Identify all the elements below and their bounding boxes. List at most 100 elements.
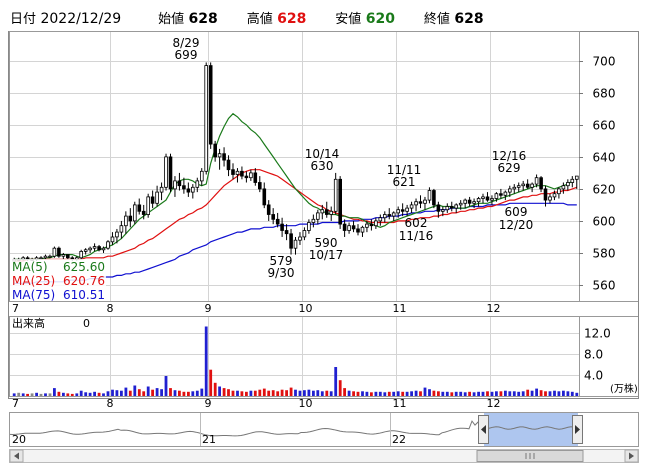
- volume-bar: [222, 388, 226, 396]
- candle: [164, 153, 168, 191]
- volume-bar: [30, 393, 34, 396]
- candle-body-up: [311, 218, 316, 223]
- candle-body-up: [88, 247, 92, 251]
- volume-bar: [334, 367, 338, 396]
- navigator-right-handle[interactable]: [572, 415, 583, 444]
- horizontal-scrollbar[interactable]: [9, 449, 639, 463]
- volume-bar: [445, 391, 449, 396]
- candle: [409, 201, 414, 213]
- candle-body-up: [217, 153, 222, 158]
- volume-bar: [316, 390, 320, 396]
- volume-bar: [236, 390, 239, 396]
- volume-bar: [396, 391, 400, 396]
- navigator-year-21: 21: [202, 433, 216, 446]
- volume-bar: [267, 390, 271, 396]
- candle: [186, 182, 191, 197]
- candle-body-down: [208, 65, 213, 145]
- candle-body-down: [213, 143, 218, 158]
- volume-bar: [155, 388, 159, 396]
- volume-bar: [298, 390, 302, 396]
- candle: [432, 188, 436, 209]
- candle: [499, 188, 503, 199]
- candle-body-up: [378, 217, 383, 222]
- candle-body-down: [400, 209, 405, 212]
- volume-bar: [352, 391, 355, 396]
- candle: [213, 140, 218, 162]
- volume-bar: [57, 391, 61, 396]
- navigator-selected-range[interactable]: [484, 413, 578, 446]
- annotation-dec20-value: 609: [505, 205, 528, 219]
- candle-body-down: [369, 223, 374, 227]
- candle: [79, 249, 84, 260]
- volume-bar: [530, 390, 534, 396]
- candle: [231, 163, 235, 180]
- volume-unit: (万株): [610, 382, 638, 395]
- navigator-left-handle[interactable]: [478, 415, 489, 444]
- candle-body-down: [168, 156, 173, 190]
- volume-bar: [21, 393, 25, 396]
- candle-body-up: [463, 199, 467, 204]
- volume-bar: [575, 392, 579, 396]
- candle: [159, 182, 164, 201]
- candle: [481, 193, 485, 204]
- candle: [575, 175, 579, 189]
- volume-bar: [526, 389, 530, 396]
- volume-bar: [454, 391, 458, 396]
- volume-bar: [84, 392, 88, 396]
- candle-body-up: [490, 198, 494, 201]
- candle: [382, 211, 387, 223]
- candle-body-up: [561, 185, 566, 190]
- volume-bar: [566, 391, 570, 396]
- volume-bar: [486, 391, 489, 396]
- candle: [561, 182, 566, 194]
- candle: [222, 147, 226, 167]
- candle-body-down: [432, 190, 436, 206]
- candle: [530, 182, 534, 193]
- candle: [284, 224, 289, 241]
- ma75-legend-label: MA(75): [12, 288, 55, 302]
- candle-body-down: [97, 246, 101, 251]
- navigator-year-22: 22: [392, 433, 406, 446]
- candle: [525, 179, 530, 189]
- candle: [66, 254, 70, 260]
- candle: [280, 217, 284, 237]
- candle-body-up: [534, 177, 539, 185]
- price-x-label-11: 11: [393, 302, 407, 315]
- candle: [351, 220, 356, 233]
- ma5-legend-label: MA(5): [12, 260, 48, 274]
- candle-body-up: [409, 204, 414, 209]
- volume-x-label-8: 8: [107, 397, 114, 410]
- candle-body-up: [235, 170, 240, 175]
- candle-body-up: [195, 180, 200, 188]
- volume-bar: [428, 389, 431, 396]
- volume-bar: [187, 391, 190, 396]
- candle: [347, 222, 351, 234]
- candle: [39, 256, 43, 260]
- volume-bar: [338, 380, 342, 396]
- candle: [110, 232, 115, 245]
- volume-bar: [570, 391, 574, 396]
- volume-bar: [66, 393, 70, 396]
- volume-bar: [75, 393, 79, 396]
- candle: [449, 201, 454, 212]
- annotation-aug29-value: 699: [175, 48, 198, 62]
- range-navigator[interactable]: 20 21 22: [9, 412, 639, 447]
- volume-bar: [48, 393, 52, 396]
- candle-body-down: [186, 188, 191, 193]
- candle-body-up: [494, 193, 499, 199]
- candle: [302, 227, 307, 241]
- volume-bar: [88, 392, 92, 396]
- candle: [128, 208, 133, 228]
- volume-bar: [356, 391, 360, 396]
- volume-plot-frame: [9, 316, 580, 397]
- volume-bar: [441, 391, 445, 396]
- volume-bar: [423, 387, 427, 396]
- candle-body-down: [240, 170, 244, 177]
- volume-bar: [414, 390, 418, 396]
- candle-body-up: [391, 212, 396, 217]
- candle-body-down: [284, 230, 289, 235]
- candle: [88, 246, 92, 253]
- candle-body-up: [124, 215, 128, 227]
- volume-bar: [62, 392, 65, 396]
- candle-body-down: [449, 206, 454, 209]
